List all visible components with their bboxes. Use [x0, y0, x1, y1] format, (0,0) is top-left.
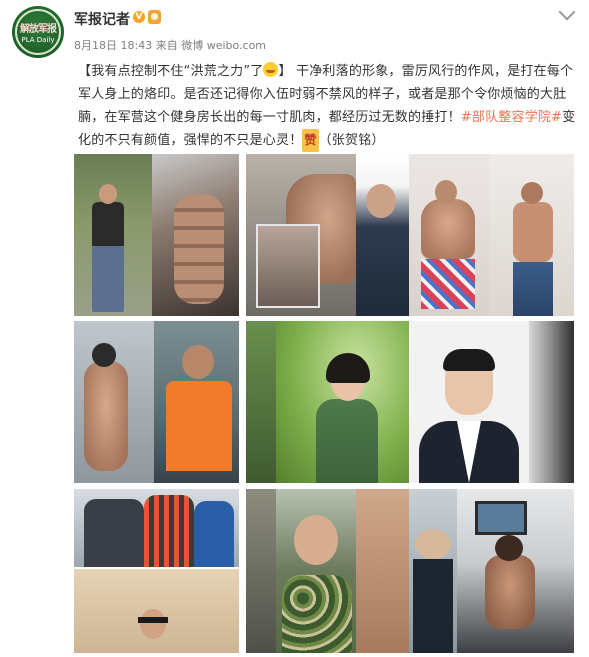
account-name[interactable]: 军报记者 — [74, 9, 130, 29]
photo-9[interactable] — [409, 489, 574, 653]
photo-3[interactable] — [409, 154, 574, 316]
weibo-post-card: 解放军报 PLA Daily 军报记者 V 8月18日 18:43 来自 微博 … — [0, 0, 589, 657]
post-bracket: 】 — [278, 64, 292, 79]
avatar-logo-text: 解放军报 — [20, 24, 57, 35]
photo-5[interactable] — [246, 321, 411, 483]
post-timestamp[interactable]: 8月18日 18:43 — [74, 39, 152, 52]
photo-2[interactable] — [246, 154, 411, 316]
post-text: 【我有点控制不住“洪荒之力”了】 干净利落的形象，雷厉风行的作风，是打在每个军人… — [78, 60, 576, 152]
post-source[interactable]: 来自 微博 weibo.com — [156, 39, 266, 52]
hashtag-link[interactable]: #部队整容学院# — [461, 110, 562, 125]
photo-8[interactable] — [246, 489, 411, 653]
vip-medal-icon — [148, 10, 161, 24]
photo-4[interactable] — [74, 321, 239, 483]
avatar[interactable]: 解放军报 PLA Daily — [12, 6, 64, 58]
zan-emoji-icon: 赞 — [302, 129, 319, 152]
post-meta: 8月18日 18:43 来自 微博 weibo.com — [74, 37, 266, 53]
verified-icon: V — [133, 11, 145, 23]
photo-1[interactable] — [74, 154, 239, 316]
post-prefix: 【我有点控制不住“洪荒之力”了 — [78, 64, 264, 79]
laugh-emoji-icon — [263, 62, 279, 77]
photo-7[interactable] — [74, 489, 239, 653]
avatar-sub-text: PLA Daily — [21, 36, 55, 44]
chevron-down-icon[interactable] — [558, 3, 576, 21]
photo-6[interactable] — [409, 321, 574, 483]
post-author: （张贺铭） — [318, 133, 385, 148]
